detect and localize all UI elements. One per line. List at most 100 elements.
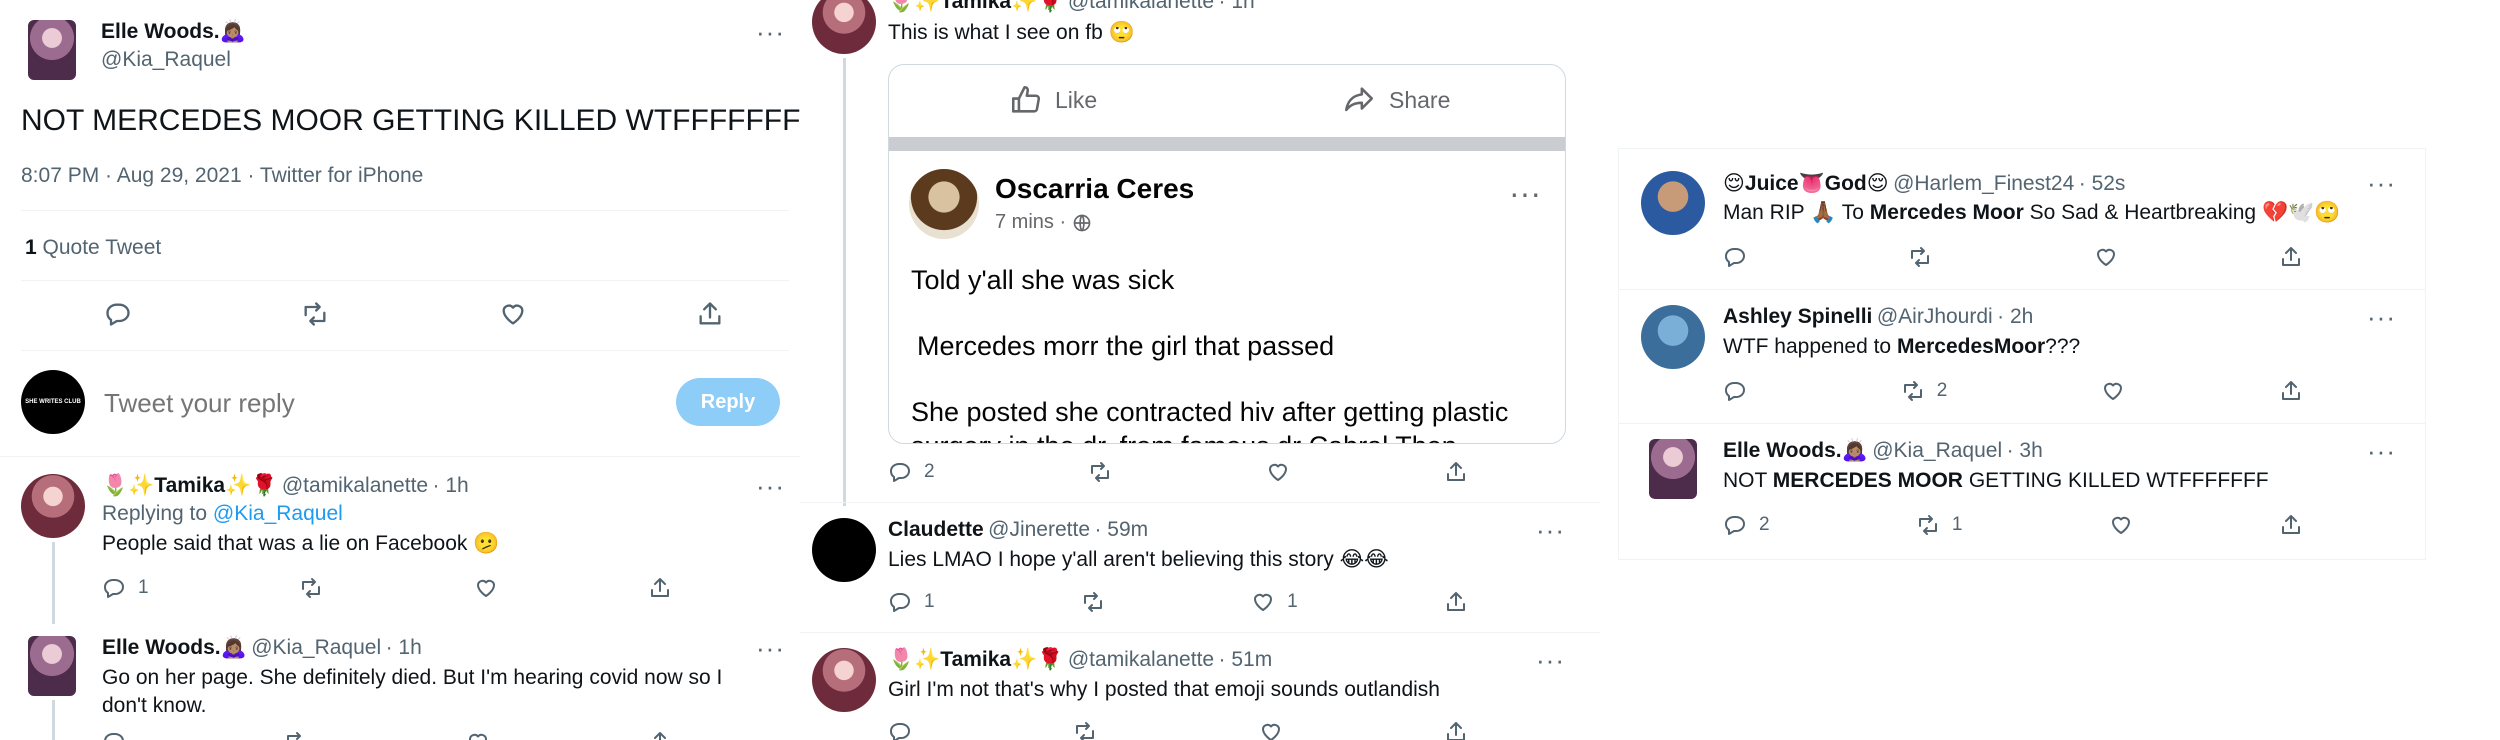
reply-button[interactable] bbox=[102, 730, 126, 740]
more-options-icon[interactable]: ··· bbox=[1536, 517, 1565, 543]
avatar[interactable] bbox=[1641, 305, 1705, 369]
fb-post-time: 7 mins · bbox=[995, 211, 1067, 233]
reply-button[interactable]: 2 bbox=[888, 460, 935, 484]
reply-button[interactable] bbox=[104, 300, 132, 328]
reply-icon bbox=[1723, 245, 1747, 269]
retweet-button[interactable]: 1 bbox=[1916, 513, 1962, 537]
reply-button[interactable]: 1 bbox=[888, 590, 935, 614]
my-avatar[interactable]: SHE WRITES CLUB bbox=[21, 370, 85, 434]
text-part: GETTING KILLED WTFFFFFFF bbox=[1962, 469, 2269, 492]
avatar[interactable] bbox=[1649, 439, 1697, 499]
author-handle[interactable]: @Harlem_Finest24 bbox=[1893, 172, 2074, 195]
tweet-actions: 2 bbox=[888, 460, 1468, 484]
like-button[interactable] bbox=[2094, 245, 2118, 269]
share-button[interactable] bbox=[1444, 590, 1468, 614]
more-options-icon[interactable]: ··· bbox=[756, 473, 785, 499]
like-button[interactable] bbox=[499, 300, 527, 328]
reply-button[interactable]: 2 bbox=[1723, 513, 1770, 537]
author-handle[interactable]: @AirJhourdi bbox=[1877, 305, 1993, 328]
retweet-button[interactable] bbox=[1073, 720, 1097, 740]
retweet-button[interactable] bbox=[1081, 590, 1105, 614]
share-button[interactable] bbox=[648, 730, 672, 740]
like-button[interactable] bbox=[2101, 379, 2125, 403]
author-name[interactable]: Elle Woods.🙇🏽‍♀️ bbox=[1723, 439, 1868, 462]
retweet-button[interactable] bbox=[301, 300, 329, 328]
share-icon bbox=[2279, 245, 2303, 269]
author-handle[interactable]: @Kia_Raquel bbox=[101, 48, 231, 72]
tweet-time[interactable]: · 52s bbox=[2079, 172, 2126, 195]
text-part: Man RIP 🙏🏾 To bbox=[1723, 201, 1870, 224]
avatar[interactable] bbox=[812, 0, 876, 54]
author-handle[interactable]: @tamikalanette bbox=[1068, 0, 1214, 13]
share-button[interactable] bbox=[2279, 379, 2303, 403]
like-button[interactable]: 1 bbox=[1251, 590, 1298, 614]
avatar[interactable] bbox=[28, 636, 76, 696]
share-button[interactable] bbox=[1444, 460, 1468, 484]
author-name[interactable]: 🌷✨Tamika✨🌹 bbox=[888, 0, 1063, 13]
retweet-button[interactable] bbox=[299, 576, 323, 600]
retweet-button[interactable] bbox=[1908, 245, 1932, 269]
embedded-image[interactable]: Like Share Oscarria Ceres 7 mins · ··· T… bbox=[888, 64, 1566, 444]
like-icon bbox=[1251, 590, 1275, 614]
avatar[interactable] bbox=[28, 20, 76, 80]
author-name[interactable]: Ashley Spinelli bbox=[1723, 305, 1872, 328]
thread-line bbox=[52, 542, 55, 624]
reply-button[interactable]: Reply bbox=[676, 378, 780, 426]
avatar[interactable] bbox=[21, 474, 85, 538]
tweet-time[interactable]: · 59m bbox=[1094, 518, 1148, 541]
reply-button[interactable] bbox=[1723, 245, 1747, 269]
like-button[interactable] bbox=[2109, 513, 2133, 537]
more-options-icon[interactable]: ··· bbox=[2367, 438, 2396, 464]
like-button[interactable] bbox=[474, 576, 498, 600]
author-handle[interactable]: @Kia_Raquel bbox=[251, 636, 381, 659]
share-button[interactable] bbox=[648, 576, 672, 600]
tweet-time[interactable]: · 1h bbox=[386, 636, 422, 659]
tweet-actions bbox=[888, 720, 1468, 740]
author-name[interactable]: Elle Woods.🙇🏽‍♀️ bbox=[102, 636, 247, 659]
share-button[interactable] bbox=[696, 300, 724, 328]
more-options-icon[interactable]: ··· bbox=[756, 635, 785, 661]
retweet-button[interactable] bbox=[284, 730, 308, 740]
replying-to-link[interactable]: @Kia_Raquel bbox=[213, 502, 343, 525]
author-handle[interactable]: @tamikalanette bbox=[282, 474, 428, 497]
reply-button[interactable] bbox=[888, 720, 912, 740]
author-handle[interactable]: @tamikalanette bbox=[1068, 648, 1214, 671]
author-name[interactable]: 😌Juice👅God😌 bbox=[1723, 172, 1889, 195]
avatar[interactable] bbox=[812, 648, 876, 712]
more-options-icon[interactable]: ··· bbox=[1536, 647, 1565, 673]
like-icon bbox=[499, 300, 527, 328]
retweet-button[interactable]: 2 bbox=[1901, 379, 1947, 403]
reply-input[interactable] bbox=[102, 384, 646, 422]
fb-share-label: Share bbox=[1389, 86, 1451, 113]
like-button[interactable] bbox=[1259, 720, 1283, 740]
tweet-time[interactable]: · 1h bbox=[433, 474, 469, 497]
avatar[interactable] bbox=[1641, 171, 1705, 235]
share-icon bbox=[696, 300, 724, 328]
author-name[interactable]: Elle Woods.🙇🏽‍♀️ bbox=[101, 20, 246, 44]
like-button[interactable] bbox=[466, 730, 490, 740]
like-button[interactable] bbox=[1266, 460, 1290, 484]
author-name[interactable]: Claudette bbox=[888, 518, 984, 541]
tweet-time[interactable]: · 3h bbox=[2007, 439, 2043, 462]
more-options-icon[interactable]: ··· bbox=[756, 19, 785, 45]
author-handle[interactable]: @Kia_Raquel bbox=[1872, 439, 2002, 462]
share-button[interactable] bbox=[2279, 245, 2303, 269]
share-icon bbox=[1444, 720, 1468, 740]
author-name[interactable]: 🌷✨Tamika✨🌹 bbox=[888, 648, 1063, 671]
more-options-icon[interactable]: ··· bbox=[2367, 170, 2396, 196]
reply-button[interactable]: 1 bbox=[102, 576, 149, 600]
tweet-time[interactable]: · 1h bbox=[1219, 0, 1255, 13]
author-name[interactable]: 🌷✨Tamika✨🌹 bbox=[102, 474, 277, 497]
tweet-text: Lies LMAO I hope y'all aren't believing … bbox=[888, 548, 1389, 571]
share-button[interactable] bbox=[2279, 513, 2303, 537]
quote-tweet-stats[interactable]: 1 Quote Tweet bbox=[25, 236, 161, 260]
avatar[interactable] bbox=[812, 518, 876, 582]
reply-button[interactable] bbox=[1723, 379, 1747, 403]
retweet-button[interactable] bbox=[1088, 460, 1112, 484]
share-button[interactable] bbox=[1444, 720, 1468, 740]
tweet-time[interactable]: · 51m bbox=[1219, 648, 1273, 671]
tweet-time[interactable]: · 2h bbox=[1997, 305, 2033, 328]
reply-icon bbox=[104, 300, 132, 328]
more-options-icon[interactable]: ··· bbox=[2367, 304, 2396, 330]
author-handle[interactable]: @Jinerette bbox=[988, 518, 1090, 541]
